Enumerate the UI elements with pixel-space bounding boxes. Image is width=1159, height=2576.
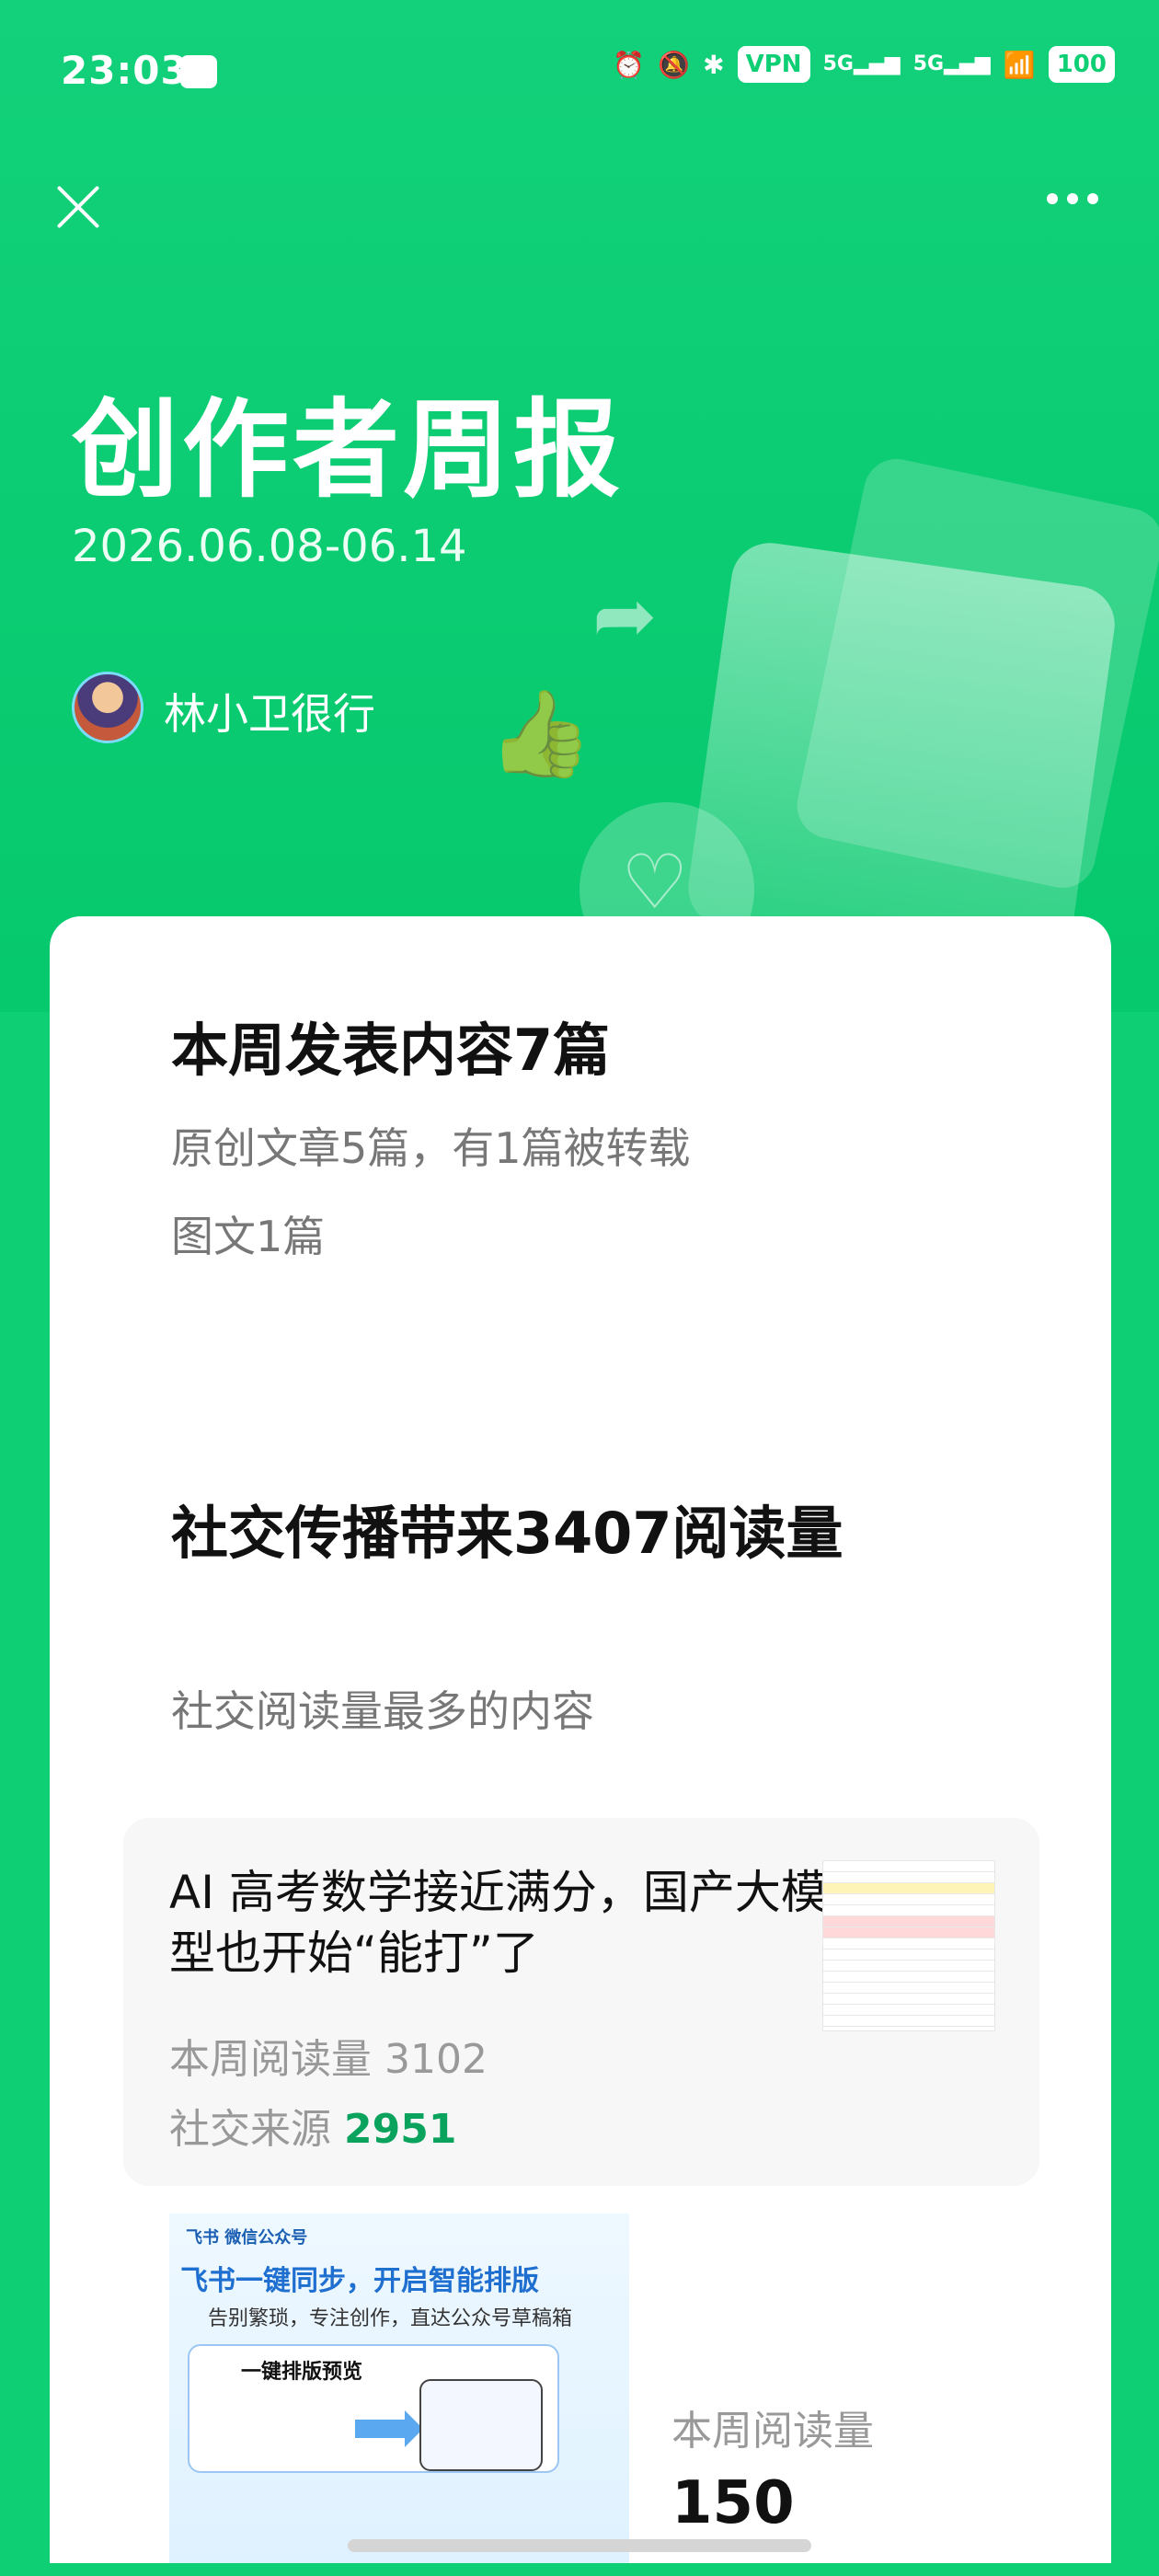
share-icon: ➦ [592, 570, 658, 661]
promo-preview-box: 一键排版预览 [188, 2344, 559, 2473]
article-thumbnail [822, 1860, 995, 2031]
close-icon[interactable] [53, 182, 103, 232]
page-title: 创作者周报 [72, 388, 624, 512]
summary-line-1: 原创文章5篇，有1篇被转载 [171, 1123, 691, 1173]
social-source-value: 2951 [344, 2106, 457, 2153]
status-icons: ⏰ 🔕 ✱ VPN 5G▂▄▆ 5G▂▄▆ 📶 100 [613, 46, 1115, 83]
signal-5g-icon: 5G▂▄▆ [822, 52, 901, 75]
wifi-icon: 📶 [1003, 49, 1036, 80]
vpn-badge: VPN [737, 46, 810, 83]
bluetooth-icon: ✱ [703, 49, 725, 80]
summary-line-2: 图文1篇 [171, 1212, 326, 1261]
arrow-icon [355, 2410, 423, 2447]
second-article-read-value: 150 [671, 2469, 795, 2537]
report-card: 本周发表内容7篇 原创文章5篇，有1篇被转载 图文1篇 社交传播带来3407阅读… [50, 916, 1111, 2563]
second-article-read-label: 本周阅读量 [671, 2408, 874, 2455]
author-name[interactable]: 林小卫很行 [164, 681, 375, 742]
report-header: 23:03 ⏰ 🔕 ✱ VPN 5G▂▄▆ 5G▂▄▆ 📶 100 ➦ 👍 ♡ … [0, 0, 1159, 1012]
promo-title: 飞书一键同步，开启智能排版 [180, 2265, 539, 2297]
promo-subtitle: 告别繁琐，专注创作，直达公众号草稿箱 [208, 2307, 573, 2330]
social-source-label: 社交来源 [169, 2106, 331, 2153]
phone-icon [419, 2379, 543, 2471]
article-read-count: 本周阅读量 3102 [169, 2036, 488, 2083]
status-bar: 23:03 ⏰ 🔕 ✱ VPN 5G▂▄▆ 5G▂▄▆ 📶 100 [0, 0, 1159, 138]
more-icon[interactable] [1047, 193, 1098, 204]
second-article-thumbnail[interactable]: 飞书 微信公众号 飞书一键同步，开启智能排版 告别繁琐，专注创作，直达公众号草稿… [169, 2214, 629, 2563]
social-section-label: 社交阅读量最多的内容 [171, 1686, 594, 1736]
alarm-icon: ⏰ [613, 49, 646, 80]
avatar[interactable] [72, 672, 143, 743]
date-range: 2026.06.08-06.14 [72, 521, 467, 572]
top-article-card[interactable]: AI 高考数学接近满分，国产大模型也开始“能打”了 本周阅读量 3102 社交来… [123, 1818, 1039, 2186]
app-icon [180, 55, 217, 88]
heart-icon: ♡ [621, 839, 689, 926]
battery-badge: 100 [1048, 46, 1115, 83]
promo-box-title: 一键排版预览 [241, 2361, 363, 2384]
home-indicator[interactable] [348, 2539, 811, 2552]
signal-5g-icon-2: 5G▂▄▆ [912, 52, 991, 75]
mute-icon: 🔕 [658, 49, 691, 80]
status-time: 23:03 [61, 48, 189, 93]
summary-headline: 本周发表内容7篇 [171, 1017, 611, 1084]
article-social-source: 社交来源 2951 [169, 2096, 456, 2155]
social-headline: 社交传播带来3407阅读量 [171, 1500, 843, 1567]
article-title[interactable]: AI 高考数学接近满分，国产大模型也开始“能打”了 [169, 1862, 841, 1984]
like-icon: 👍 [488, 684, 593, 783]
promo-brand: 飞书 微信公众号 [186, 2228, 308, 2248]
